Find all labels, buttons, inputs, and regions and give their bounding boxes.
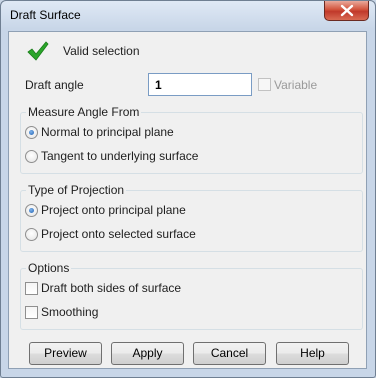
projection-group: [20, 190, 363, 252]
radio-selected-dot: [29, 130, 34, 135]
draft-angle-input[interactable]: [148, 73, 252, 96]
help-button[interactable]: Help: [276, 342, 349, 365]
checkmark-icon: [27, 41, 49, 61]
close-icon: [340, 4, 354, 17]
smoothing-checkbox[interactable]: [25, 306, 38, 319]
variable-checkbox[interactable]: [258, 78, 271, 91]
radio-label-project-selected[interactable]: Project onto selected surface: [41, 227, 196, 241]
apply-button[interactable]: Apply: [111, 342, 184, 365]
smoothing-label[interactable]: Smoothing: [41, 305, 98, 319]
radio-label-project-principal[interactable]: Project onto principal plane: [41, 203, 186, 217]
status-text: Valid selection: [63, 44, 140, 58]
preview-button[interactable]: Preview: [29, 342, 102, 365]
dialog-body: Valid selection Draft angle Variable Mea…: [8, 31, 367, 369]
draft-both-sides-label[interactable]: Draft both sides of surface: [41, 281, 181, 295]
window-title: Draft Surface: [10, 8, 81, 22]
variable-label: Variable: [274, 78, 318, 92]
options-group-title: Options: [26, 261, 72, 275]
radio-normal-to-principal-plane[interactable]: [25, 126, 38, 139]
radio-label-normal[interactable]: Normal to principal plane: [41, 125, 174, 139]
measure-angle-group: [20, 112, 363, 174]
options-group: [20, 268, 363, 330]
projection-group-title: Type of Projection: [26, 183, 127, 197]
close-button[interactable]: [324, 1, 369, 21]
title-bar[interactable]: Draft Surface: [1, 1, 375, 31]
radio-project-selected-surface[interactable]: [25, 228, 38, 241]
draft-angle-label: Draft angle: [25, 78, 84, 92]
radio-selected-dot: [29, 208, 34, 213]
cancel-button[interactable]: Cancel: [193, 342, 266, 365]
draft-both-sides-checkbox[interactable]: [25, 282, 38, 295]
dialog-window: Draft Surface Valid selection Draft angl…: [0, 0, 376, 378]
measure-angle-group-title: Measure Angle From: [26, 105, 142, 119]
radio-tangent-to-surface[interactable]: [25, 150, 38, 163]
radio-project-principal-plane[interactable]: [25, 204, 38, 217]
radio-label-tangent[interactable]: Tangent to underlying surface: [41, 149, 198, 163]
